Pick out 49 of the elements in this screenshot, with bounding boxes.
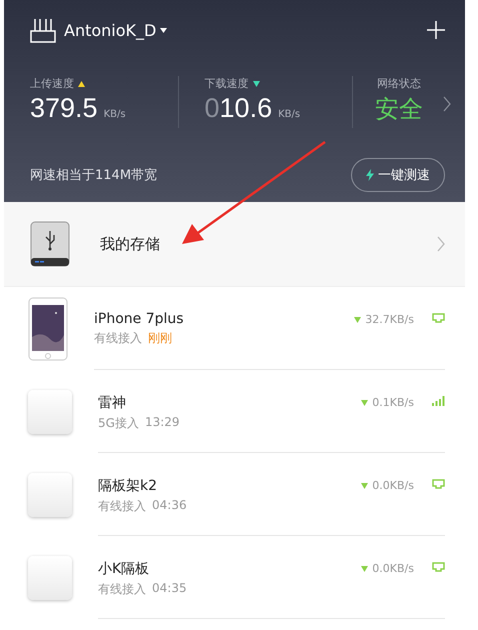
bandwidth-text: 网速相当于114M带宽 <box>30 167 158 184</box>
connection-type: 有线接入 <box>98 498 146 515</box>
connection-time: 04:36 <box>152 498 187 514</box>
down-triangle-icon <box>354 316 362 322</box>
router-icon <box>30 17 56 43</box>
device-icon <box>28 390 72 434</box>
connection-time: 04:35 <box>152 581 187 597</box>
down-triangle-icon <box>361 482 368 488</box>
lightning-icon <box>366 169 374 181</box>
download-speed: 32.7KB/s <box>365 313 414 326</box>
speed-unit: KB/s <box>104 109 126 120</box>
device-name: 雷神 <box>98 394 127 412</box>
stat-label: 网络状态 <box>377 76 421 91</box>
dropdown-caret-icon <box>160 28 168 32</box>
up-triangle-icon <box>78 80 85 86</box>
device-name: 隔板架k2 <box>98 477 158 495</box>
speed-test-button[interactable]: 一键测速 <box>351 158 445 192</box>
stat-label: 上传速度 <box>30 76 74 91</box>
add-icon[interactable] <box>427 21 445 39</box>
usb-drive-icon <box>30 221 70 267</box>
device-name: iPhone 7plus <box>94 311 185 327</box>
speed-value: 010.6 <box>204 93 272 124</box>
device-icon <box>28 472 72 516</box>
device-icon <box>28 556 72 600</box>
stat-label: 下载速度 <box>204 76 248 91</box>
down-triangle-icon <box>252 80 260 86</box>
download-speed: 0.0KB/s <box>372 562 414 575</box>
connection-time: 刚刚 <box>148 330 172 347</box>
device-name: 小K隔板 <box>98 560 150 578</box>
down-triangle-icon <box>361 400 368 406</box>
connection-type: 5G接入 <box>98 415 139 432</box>
device-row[interactable]: 小K隔板 有线接入 04:35 0.0KB/s <box>4 536 465 619</box>
device-row[interactable]: 隔板架k2 有线接入 04:36 0.0KB/s <box>4 453 465 536</box>
device-row[interactable]: 雷神 5G接入 13:29 0.1KB/s <box>4 370 465 453</box>
storage-label: 我的存储 <box>100 234 161 254</box>
speed-value: 379.5 <box>30 93 98 124</box>
connection-time: 13:29 <box>144 415 180 431</box>
download-speed: 0.1KB/s <box>372 396 414 409</box>
storage-row[interactable]: 我的存储 <box>4 202 465 287</box>
connection-type: 有线接入 <box>98 581 146 598</box>
down-triangle-icon <box>361 566 368 572</box>
download-speed: 0.0KB/s <box>372 479 414 492</box>
device-row[interactable]: iPhone 7plus 有线接入 刚刚 32.7KB/s <box>4 287 465 370</box>
chevron-right-icon <box>437 236 445 252</box>
chevron-right-icon[interactable] <box>443 96 451 112</box>
router-name[interactable]: AntonioK_D <box>64 20 168 40</box>
connection-type: 有线接入 <box>94 330 142 347</box>
network-status: 安全 <box>375 94 423 125</box>
speed-unit: KB/s <box>278 109 300 120</box>
